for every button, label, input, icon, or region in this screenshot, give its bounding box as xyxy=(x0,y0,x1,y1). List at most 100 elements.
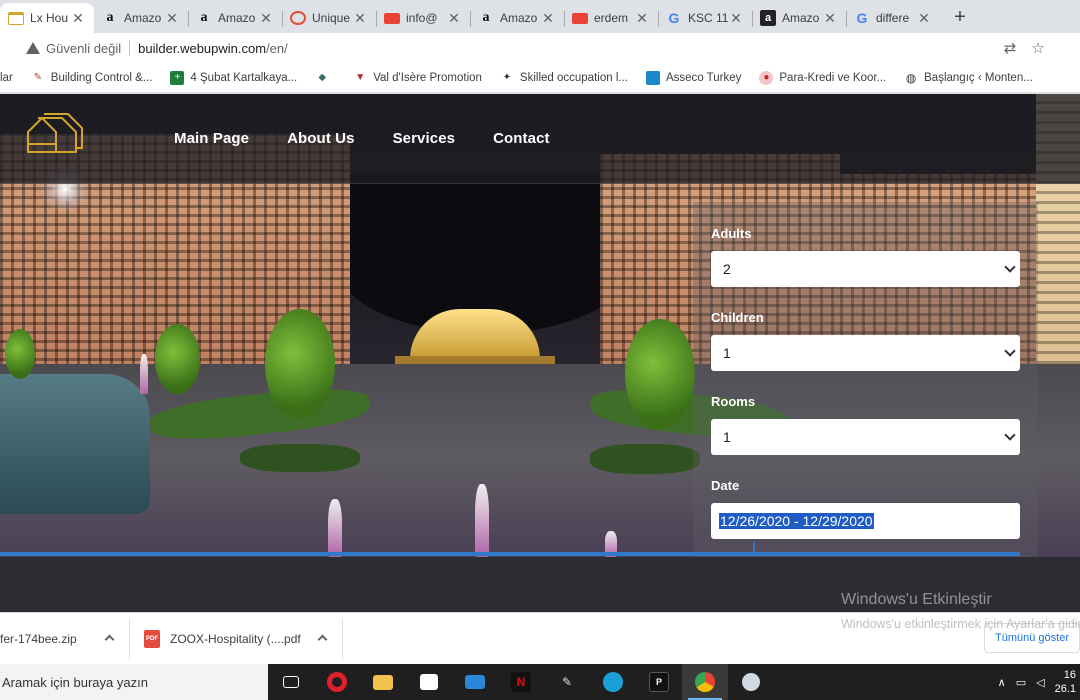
security-label[interactable]: Güvenli değil xyxy=(46,41,121,56)
bookmark-item[interactable]: ● Para-Kredi ve Koor... xyxy=(759,70,886,85)
close-icon[interactable]: ✕ xyxy=(916,10,932,27)
download-item[interactable]: PDF ZOOX-Hospitality (....pdf xyxy=(130,618,343,659)
url-host: builder.webupwin.com xyxy=(138,40,267,56)
tree xyxy=(625,319,695,429)
lawn xyxy=(590,444,700,474)
tab-amazon-2[interactable]: a Amazo ✕ xyxy=(188,3,282,33)
new-tab-button[interactable]: + xyxy=(940,3,980,33)
tab-title: Amazo xyxy=(124,11,162,25)
edge-icon[interactable] xyxy=(590,664,636,700)
clock[interactable]: 16 26.1 xyxy=(1055,668,1076,696)
nav-about-us[interactable]: About Us xyxy=(287,130,354,147)
pen-tool-icon[interactable]: ✎ xyxy=(544,664,590,700)
close-icon[interactable]: ✕ xyxy=(70,10,86,27)
bookmark-item[interactable]: ▼ Val d'Isère Promotion xyxy=(353,71,482,85)
download-item[interactable]: fer-174bee.zip xyxy=(0,618,130,659)
volume-icon[interactable]: ◁ xyxy=(1036,676,1044,689)
tab-title: erdem xyxy=(594,11,629,25)
tab-google-differ[interactable]: G differe ✕ xyxy=(846,3,940,33)
close-icon[interactable]: ✕ xyxy=(258,10,274,27)
app-p-icon[interactable]: P xyxy=(636,664,682,700)
tab-amazon-4[interactable]: a Amazo ✕ xyxy=(752,3,846,33)
bookmark-item[interactable]: +4 Şubat Kartalkaya... xyxy=(170,70,298,85)
fish-icon: ◆ xyxy=(318,72,327,83)
tab-amazon-3[interactable]: a Amazo ✕ xyxy=(470,3,564,33)
close-icon[interactable]: ✕ xyxy=(822,10,838,27)
chevron-up-icon[interactable]: ∧ xyxy=(998,676,1006,689)
bookmark-item[interactable]: ◍ Başlangıç ‹ Monten... xyxy=(904,71,1033,85)
adults-select[interactable]: 2 xyxy=(711,251,1020,287)
bookmark-label: lar xyxy=(0,71,13,84)
coin-icon: ● xyxy=(759,70,774,85)
web-page: Main Page About Us Services Contact Adul… xyxy=(0,94,1080,612)
toolbar-actions: ⇄ ☆ xyxy=(996,33,1080,63)
bookmark-item[interactable]: ✎ Building Control &... xyxy=(31,71,153,85)
warning-icon[interactable] xyxy=(26,42,40,54)
url-text[interactable]: builder.webupwin.com/en/ xyxy=(138,41,288,56)
network-icon[interactable]: ▭ xyxy=(1016,676,1026,689)
close-icon[interactable]: ✕ xyxy=(446,10,462,27)
star-icon[interactable]: ☆ xyxy=(1024,39,1052,57)
task-view-icon[interactable] xyxy=(268,664,314,700)
date-range-input[interactable]: 12/26/2020 - 12/29/2020 xyxy=(711,503,1020,539)
close-icon[interactable]: ✕ xyxy=(634,10,650,27)
bookmark-item[interactable]: Asseco Turkey xyxy=(645,70,741,85)
bookmark-item[interactable]: ✦ Skilled occupation l... xyxy=(500,71,628,85)
plus-icon: + xyxy=(170,70,185,85)
bookmark-item[interactable]: lar xyxy=(0,72,13,84)
date-label: Date xyxy=(711,478,740,493)
site-header: Main Page About Us Services Contact xyxy=(0,94,1080,184)
bookmark-label: Skilled occupation l... xyxy=(519,71,628,84)
opera-icon[interactable] xyxy=(314,664,360,700)
tab-gmail-erdem[interactable]: erdem ✕ xyxy=(564,3,658,33)
tab-gmail-info[interactable]: info@ ✕ xyxy=(376,3,470,33)
main-nav: Main Page About Us Services Contact xyxy=(174,130,550,147)
bookmark-label: 4 Şubat Kartalkaya... xyxy=(190,71,298,84)
chevron-down-icon xyxy=(1004,429,1016,441)
children-select[interactable]: 1 xyxy=(711,335,1020,371)
nav-contact[interactable]: Contact xyxy=(493,130,550,147)
chevron-down-icon xyxy=(1004,345,1016,357)
download-filename: fer-174bee.zip xyxy=(0,631,77,646)
fountain-jet xyxy=(475,484,489,557)
chevron-down-icon xyxy=(1004,261,1016,273)
file-explorer-icon[interactable] xyxy=(360,664,406,700)
rooms-select[interactable]: 1 xyxy=(711,419,1020,455)
tab-title: Amazo xyxy=(218,11,256,25)
close-icon[interactable]: ✕ xyxy=(728,10,744,27)
hero-background-image: Main Page About Us Services Contact Adul… xyxy=(0,94,1080,557)
chrome-icon[interactable] xyxy=(682,664,728,700)
nav-services[interactable]: Services xyxy=(393,130,456,147)
bookmarks-bar: lar ✎ Building Control &... +4 Şubat Kart… xyxy=(0,63,1080,93)
tab-title: KSC 11 xyxy=(688,11,728,25)
taskbar-search-box[interactable]: Aramak için buraya yazın xyxy=(0,664,268,700)
close-icon[interactable]: ✕ xyxy=(352,10,368,27)
nav-main-page[interactable]: Main Page xyxy=(174,130,249,147)
close-icon[interactable]: ✕ xyxy=(164,10,180,27)
netflix-icon[interactable]: N xyxy=(498,664,544,700)
tab-lx-house[interactable]: Lx Hou ✕ xyxy=(0,3,94,33)
tab-amazon-1[interactable]: a Amazo ✕ xyxy=(94,3,188,33)
chevron-up-icon[interactable] xyxy=(104,634,115,644)
tab-title: differe xyxy=(876,11,910,25)
mail-icon[interactable] xyxy=(452,664,498,700)
tree xyxy=(265,309,335,419)
tool-icon: ✎ xyxy=(33,72,42,83)
close-icon[interactable]: ✕ xyxy=(540,10,556,27)
store-icon[interactable] xyxy=(406,664,452,700)
translate-icon[interactable]: ⇄ xyxy=(996,39,1024,57)
emblem-icon: ▼ xyxy=(355,72,366,83)
booking-form: Adults 2 Children 1 Rooms 1 Date 12/26/2… xyxy=(693,202,1038,557)
tree xyxy=(5,329,35,379)
tab-google-ksc[interactable]: G KSC 11 ✕ xyxy=(658,3,752,33)
bookmark-label: Building Control &... xyxy=(50,71,153,84)
tab-unique[interactable]: Unique ✕ xyxy=(282,3,376,33)
house-logo-icon[interactable] xyxy=(24,110,84,156)
bookmark-item[interactable]: ◆ xyxy=(315,71,335,85)
clock-date: 26.1 xyxy=(1054,683,1076,695)
windows-taskbar: Aramak için buraya yazın N ✎ P ∧ ▭ ◁ 16 … xyxy=(0,664,1080,700)
chevron-up-icon[interactable] xyxy=(317,634,328,644)
address-bar[interactable]: Güvenli değil builder.webupwin.com/en/ ⇄… xyxy=(0,33,1080,63)
paint-icon[interactable] xyxy=(728,664,774,700)
pond xyxy=(0,374,150,514)
